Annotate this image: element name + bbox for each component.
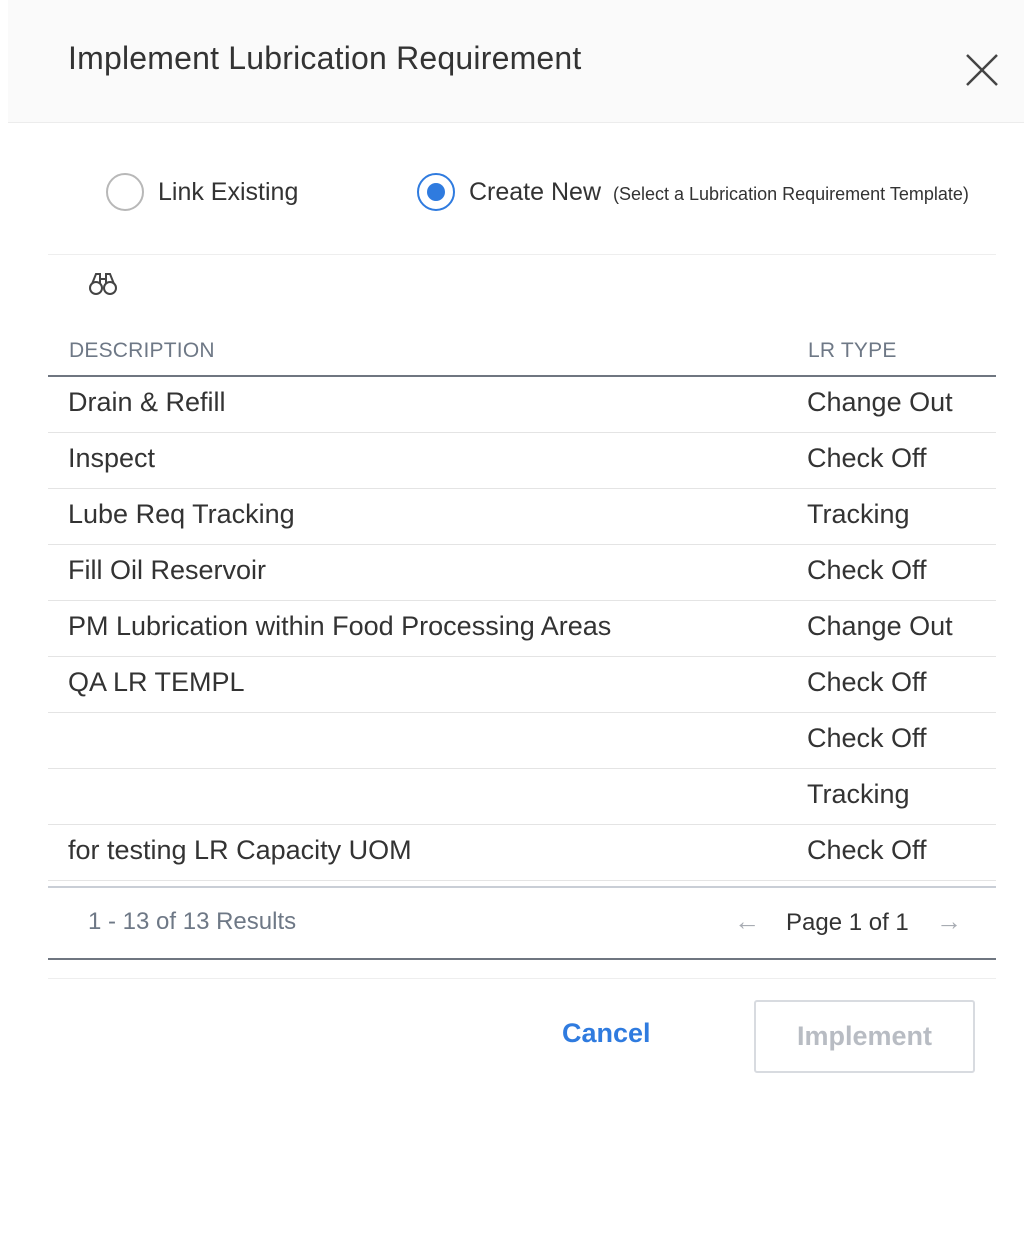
radio-hint-create-new: (Select a Lubrication Requirement Templa… [613, 183, 969, 204]
cell-description: Drain & Refill [68, 387, 226, 417]
cell-lr-type: Check Off [807, 835, 927, 865]
cell-description: for testing LR Capacity UOM [68, 835, 412, 865]
cell-lr-type: Tracking [807, 499, 910, 529]
dialog-header: Implement Lubrication Requirement [8, 0, 1024, 123]
dialog-title: Implement Lubrication Requirement [68, 40, 582, 76]
radio-button-create-new[interactable] [417, 173, 455, 211]
footer-divider [48, 978, 996, 979]
table-row[interactable]: Inspect Check Off [48, 433, 996, 489]
column-header-description[interactable]: DESCRIPTION [69, 339, 215, 363]
cell-description: QA LR TEMPL [68, 667, 245, 697]
implement-button[interactable]: Implement [754, 1000, 975, 1073]
radio-label-create-new: Create New [469, 177, 601, 206]
table-row[interactable]: PM Lubrication within Food Processing Ar… [48, 601, 996, 657]
page-indicator: Page 1 of 1 [786, 909, 909, 936]
cell-lr-type: Check Off [807, 723, 927, 753]
radio-label-link-existing: Link Existing [158, 177, 299, 206]
table-row[interactable]: QA LR TEMPL Check Off [48, 657, 996, 713]
cell-lr-type: Check Off [807, 443, 927, 473]
table-row[interactable]: for testing LR Capacity UOM Check Off [48, 825, 996, 881]
mode-radio-group: Link Existing Create New (Select a Lubri… [48, 160, 996, 255]
table-row[interactable]: Tracking [48, 769, 996, 825]
table-row[interactable]: Check Off [48, 713, 996, 769]
implement-lr-dialog: Implement Lubrication Requirement Link E… [0, 0, 1024, 1237]
radio-link-existing[interactable]: Link Existing [106, 173, 298, 211]
table-row[interactable]: Fill Oil Reservoir Check Off [48, 545, 996, 601]
cell-lr-type: Change Out [807, 611, 953, 641]
table-row[interactable]: Lube Req Tracking Tracking [48, 489, 996, 545]
pagination-bar: 1 - 13 of 13 Results ← Page 1 of 1 → [48, 886, 996, 960]
radio-button-link-existing[interactable] [106, 173, 144, 211]
radio-create-new[interactable]: Create New (Select a Lubrication Require… [417, 173, 969, 211]
cancel-button[interactable]: Cancel [562, 1018, 651, 1049]
table-body: Drain & Refill Change Out Inspect Check … [48, 377, 996, 881]
cell-lr-type: Check Off [807, 667, 927, 697]
binoculars-icon[interactable] [88, 270, 120, 298]
table-row[interactable]: Drain & Refill Change Out [48, 377, 996, 433]
cell-lr-type: Check Off [807, 555, 927, 585]
column-header-lr-type[interactable]: LR TYPE [808, 339, 897, 363]
table-header: DESCRIPTION LR TYPE [48, 330, 996, 377]
cell-lr-type: Change Out [807, 387, 953, 417]
cell-description: Inspect [68, 443, 156, 473]
arrow-left-icon[interactable]: ← [734, 906, 760, 937]
cell-description: Lube Req Tracking [68, 499, 295, 529]
cell-lr-type: Tracking [807, 779, 910, 809]
cell-description: PM Lubrication within Food Processing Ar… [68, 611, 612, 641]
cell-description: Fill Oil Reservoir [68, 555, 267, 585]
close-icon[interactable] [962, 50, 1002, 90]
results-count: 1 - 13 of 13 Results [88, 908, 297, 935]
arrow-right-icon[interactable]: → [936, 906, 962, 937]
